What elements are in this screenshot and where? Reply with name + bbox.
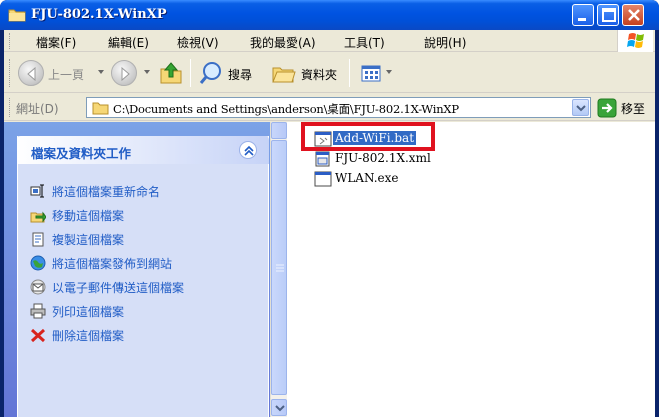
explorer-window: FJU-802.1X-WinXP 檔案(F) 編輯(E) 檢視(V) 我的最愛(… <box>0 0 659 417</box>
title-bar[interactable]: FJU-802.1X-WinXP <box>0 0 659 30</box>
windows-logo <box>617 30 653 52</box>
double-chevron-up-icon <box>244 145 254 156</box>
delete-icon <box>30 328 46 343</box>
folder-up-icon[interactable] <box>159 60 183 86</box>
address-grip[interactable] <box>9 98 11 117</box>
scroll-thumb[interactable] <box>271 140 287 395</box>
xml-file-icon <box>315 151 330 167</box>
window-title: FJU-802.1X-WinXP <box>31 7 167 22</box>
chevron-down-icon <box>576 105 586 112</box>
address-label: 網址(D) <box>16 102 59 116</box>
email-icon <box>30 279 46 295</box>
menu-tools[interactable]: 工具(T) <box>344 34 385 51</box>
search-button-label[interactable]: 搜尋 <box>228 66 252 83</box>
forward-arrow-icon[interactable] <box>111 60 137 86</box>
go-arrow-icon <box>597 98 617 118</box>
address-dropdown-button[interactable] <box>572 99 589 116</box>
menu-file[interactable]: 檔案(F) <box>36 34 76 51</box>
exe-file-icon <box>314 171 332 187</box>
collapse-button[interactable] <box>239 141 257 159</box>
folders-button-label[interactable]: 資料夾 <box>301 66 337 83</box>
task-group-body <box>17 136 269 417</box>
menu-bar: 檔案(F) 編輯(E) 檢視(V) 我的最愛(A) 工具(T) 說明(H) <box>4 30 655 52</box>
highlight-annotation <box>301 122 435 151</box>
scroll-up-button[interactable] <box>271 122 287 139</box>
task-label[interactable]: 將這個檔案發佈到網站 <box>52 255 172 272</box>
main-pane: 檔案及資料夾工作 將這個檔案重新命名 移動這個檔案 複製這個檔案 將這個檔案發佈… <box>4 122 655 417</box>
minimize-button[interactable] <box>572 4 594 26</box>
task-pane: 檔案及資料夾工作 將這個檔案重新命名 移動這個檔案 複製這個檔案 將這個檔案發佈… <box>4 122 286 417</box>
task-label[interactable]: 刪除這個檔案 <box>52 327 124 344</box>
task-label[interactable]: 複製這個檔案 <box>52 231 124 248</box>
toolbar-separator <box>349 59 350 87</box>
maximize-button[interactable] <box>597 4 619 26</box>
publish-web-icon <box>30 255 46 271</box>
print-icon <box>30 303 46 319</box>
menu-favorites[interactable]: 我的最愛(A) <box>250 34 316 51</box>
chevron-down-icon <box>275 405 285 412</box>
move-icon <box>30 211 46 223</box>
task-label[interactable]: 將這個檔案重新命名 <box>52 183 160 200</box>
maximize-icon <box>602 8 616 22</box>
address-bar: 網址(D) C:\Documents and Settings\anderson… <box>4 94 655 121</box>
back-dropdown-icon[interactable] <box>98 70 104 74</box>
grip-icon <box>276 264 284 272</box>
rename-icon <box>30 184 44 198</box>
toolbar-grip[interactable] <box>9 59 11 87</box>
forward-dropdown-icon[interactable] <box>144 70 150 74</box>
close-button[interactable] <box>622 4 644 26</box>
menu-edit[interactable]: 編輯(E) <box>108 34 149 51</box>
search-icon[interactable] <box>198 60 224 86</box>
menu-view[interactable]: 檢視(V) <box>177 34 219 51</box>
views-icon[interactable] <box>360 60 384 86</box>
windows-flag-icon <box>627 33 644 48</box>
task-group-title: 檔案及資料夾工作 <box>31 146 132 161</box>
views-dropdown-icon[interactable] <box>386 70 392 74</box>
standard-toolbar: 上一頁 搜尋 資料夾 <box>4 53 655 93</box>
task-label[interactable]: 以電子郵件傳送這個檔案 <box>52 279 184 296</box>
file-list: Add-WiFi.bat FJU-802.1X.xml WLAN.exe <box>287 122 655 417</box>
menu-help[interactable]: 說明(H) <box>424 34 466 51</box>
back-arrow-icon[interactable] <box>18 60 44 86</box>
file-name[interactable]: FJU-802.1X.xml <box>335 151 431 165</box>
close-icon <box>628 9 640 21</box>
toolbar-separator <box>190 59 191 87</box>
minimize-icon <box>578 18 586 21</box>
folders-icon[interactable] <box>271 60 297 86</box>
scroll-down-button[interactable] <box>271 399 287 416</box>
address-path: C:\Documents and Settings\anderson\桌面\FJ… <box>113 102 459 116</box>
task-label[interactable]: 列印這個檔案 <box>52 303 124 320</box>
address-input[interactable]: C:\Documents and Settings\anderson\桌面\FJ… <box>86 97 591 118</box>
go-button[interactable]: 移至 <box>597 98 653 118</box>
go-label[interactable]: 移至 <box>621 100 645 117</box>
back-button-label[interactable]: 上一頁 <box>48 66 84 83</box>
folder-icon <box>8 9 26 22</box>
task-pane-scrollbar[interactable] <box>270 122 287 417</box>
task-group-header[interactable]: 檔案及資料夾工作 <box>17 136 269 164</box>
window-client: 檔案(F) 編輯(E) 檢視(V) 我的最愛(A) 工具(T) 說明(H) 上一… <box>4 30 655 417</box>
menu-grip[interactable] <box>9 33 11 49</box>
file-name[interactable]: WLAN.exe <box>335 171 399 185</box>
folder-icon <box>92 102 109 115</box>
copy-icon <box>32 232 44 247</box>
task-label[interactable]: 移動這個檔案 <box>52 207 124 224</box>
